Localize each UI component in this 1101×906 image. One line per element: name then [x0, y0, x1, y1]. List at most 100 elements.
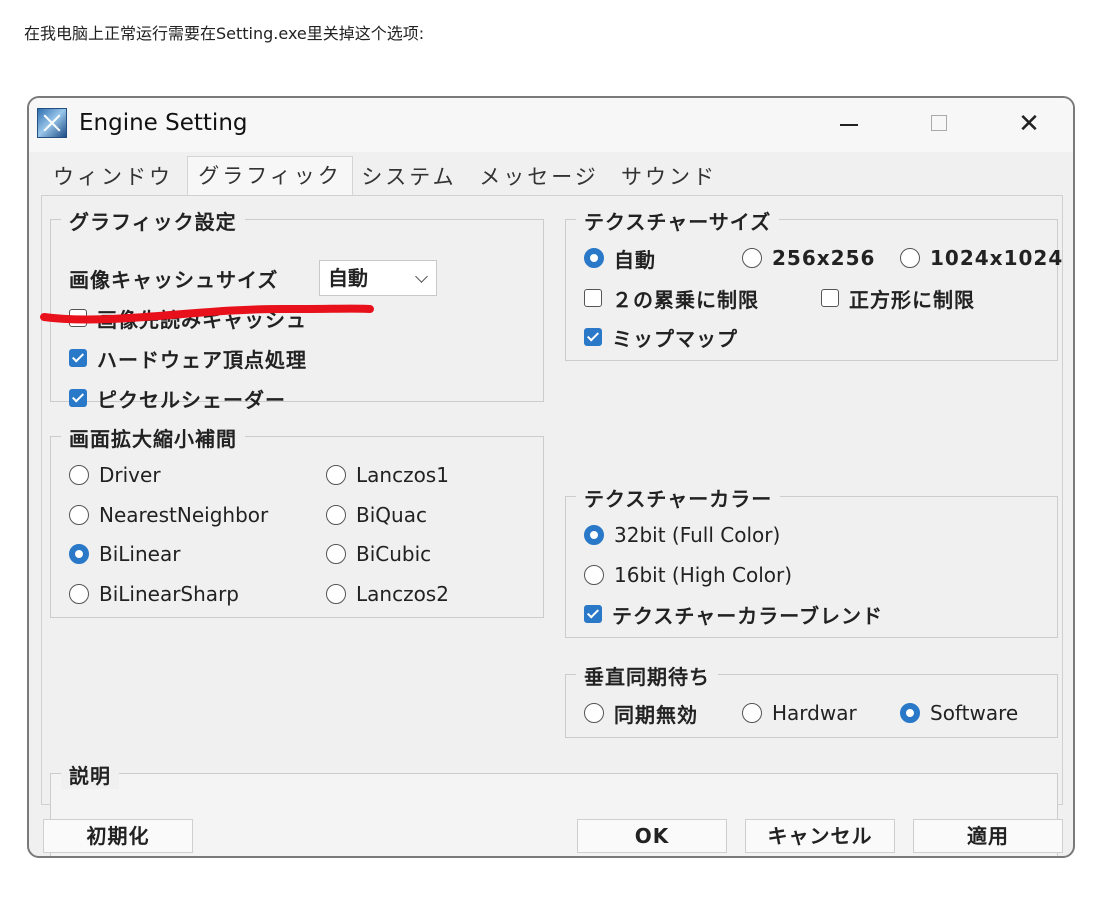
vsync-group: 垂直同期待ち 同期無効 Hardwar Software: [565, 661, 1058, 738]
checkbox-label: ハードウェア頂点処理: [97, 347, 307, 372]
chevron-down-icon: [415, 270, 428, 283]
radio-icon: [326, 505, 346, 525]
cancel-button[interactable]: キャンセル: [745, 819, 895, 853]
radio-label: 16bit (High Color): [614, 563, 793, 587]
radio-bilinear[interactable]: BiLinear: [69, 540, 180, 568]
checkbox-icon: [584, 289, 602, 307]
maximize-icon: [931, 115, 947, 131]
radio-label: BiLinearSharp: [99, 582, 239, 606]
tab-panel-graphics: グラフィック設定 画像キャッシュサイズ 自動 画像先読みキャッシュ ハードウェア…: [41, 195, 1063, 856]
radio-label: Lanczos1: [356, 463, 449, 487]
cache-size-label: 画像キャッシュサイズ: [69, 267, 279, 292]
radio-label: 1024x1024: [930, 246, 1064, 270]
radio-label: Hardwar: [772, 701, 857, 725]
tab-system[interactable]: システム: [357, 160, 461, 194]
checkbox-image-preload-cache[interactable]: 画像先読みキャッシュ: [69, 304, 307, 332]
radio-icon: [326, 544, 346, 564]
radio-label: NearestNeighbor: [99, 503, 269, 527]
checkbox-label: 画像先読みキャッシュ: [97, 307, 307, 332]
radio-lanczos2[interactable]: Lanczos2: [326, 580, 449, 608]
radio-driver[interactable]: Driver: [69, 461, 161, 489]
radio-icon: [742, 248, 762, 268]
tab-sound[interactable]: サウンド: [617, 160, 721, 194]
radio-bilinear-sharp[interactable]: BiLinearSharp: [69, 580, 239, 608]
tab-graphics[interactable]: グラフィック: [187, 156, 353, 196]
apply-button[interactable]: 適用: [913, 819, 1063, 853]
radio-label: 同期無効: [614, 702, 698, 727]
radio-icon: [69, 584, 89, 604]
radio-texture-256[interactable]: 256x256: [742, 244, 875, 272]
graphic-settings-group: グラフィック設定 画像キャッシュサイズ 自動 画像先読みキャッシュ ハードウェア…: [50, 206, 544, 412]
group-title: 画面拡大縮小補間: [61, 423, 245, 452]
window-title: Engine Setting: [79, 110, 248, 136]
texture-color-group: テクスチャーカラー 32bit (Full Color) 16bit (High…: [565, 483, 1058, 638]
cache-size-select[interactable]: 自動: [319, 260, 437, 296]
checkbox-square[interactable]: 正方形に制限: [821, 284, 975, 312]
radio-lanczos1[interactable]: Lanczos1: [326, 461, 449, 489]
radio-32bit[interactable]: 32bit (Full Color): [584, 521, 780, 549]
checkbox-power-of-two[interactable]: ２の累乗に制限: [584, 284, 759, 312]
checkbox-label: ２の累乗に制限: [612, 287, 759, 312]
radio-nearest-neighbor[interactable]: NearestNeighbor: [69, 501, 268, 529]
checkbox-icon: [821, 289, 839, 307]
checkbox-label: 正方形に制限: [849, 287, 975, 312]
checkbox-icon: [69, 309, 87, 327]
radio-biquad[interactable]: BiQuac: [326, 501, 427, 529]
maximize-button[interactable]: [915, 102, 963, 146]
radio-icon: [69, 505, 89, 525]
radio-label: 32bit (Full Color): [614, 523, 781, 547]
radio-icon: [900, 248, 920, 268]
radio-icon: [326, 584, 346, 604]
checkbox-mipmap[interactable]: ミップマップ: [584, 323, 738, 351]
checkbox-checked-icon: [69, 389, 87, 407]
checkbox-label: テクスチャーカラーブレンド: [612, 603, 883, 628]
radio-vsync-hardware[interactable]: Hardwar: [742, 699, 857, 727]
group-title: テクスチャーサイズ: [576, 206, 780, 235]
radio-texture-1024[interactable]: 1024x1024: [900, 244, 1063, 272]
scaling-group: 画面拡大縮小補間 Driver Lanczos1 NearestNeighbor…: [50, 423, 544, 618]
cache-size-value: 自動: [328, 266, 368, 290]
close-icon: ✕: [1018, 109, 1040, 139]
checkbox-hardware-vertex[interactable]: ハードウェア頂点処理: [69, 344, 307, 372]
close-button[interactable]: ✕: [1005, 102, 1053, 146]
radio-label: 256x256: [772, 246, 876, 270]
checkbox-pixel-shader[interactable]: ピクセルシェーダー: [69, 384, 286, 412]
title-bar: Engine Setting ✕: [29, 98, 1073, 152]
texture-size-group: テクスチャーサイズ 自動 256x256 1024x1024 ２の累乗に制限 正…: [565, 206, 1062, 361]
checkbox-color-blend[interactable]: テクスチャーカラーブレンド: [584, 600, 883, 628]
engine-setting-window: Engine Setting ✕ ウィンドウ グラフィック システム メッセージ…: [27, 96, 1075, 858]
checkbox-label: ピクセルシェーダー: [97, 387, 286, 412]
radio-vsync-software[interactable]: Software: [900, 699, 1018, 727]
radio-label: BiQuac: [356, 503, 427, 527]
group-title: 説明: [61, 760, 119, 789]
radio-bicubic[interactable]: BiCubic: [326, 540, 431, 568]
checkbox-checked-icon: [69, 349, 87, 367]
radio-label: Driver: [99, 463, 161, 487]
radio-selected-icon: [584, 525, 604, 545]
radio-selected-icon: [69, 544, 89, 564]
ok-button[interactable]: OK: [577, 819, 727, 853]
radio-icon: [326, 465, 346, 485]
checkbox-checked-icon: [584, 328, 602, 346]
description-group: 説明: [50, 760, 1058, 856]
radio-selected-icon: [900, 703, 920, 723]
radio-label: BiCubic: [356, 542, 432, 566]
radio-label: BiLinear: [99, 542, 181, 566]
engine-app-icon: [37, 108, 67, 138]
radio-16bit[interactable]: 16bit (High Color): [584, 561, 792, 589]
reset-button[interactable]: 初期化: [43, 819, 193, 853]
radio-texture-auto[interactable]: 自動: [584, 244, 656, 272]
radio-icon: [584, 703, 604, 723]
checkbox-label: ミップマップ: [612, 326, 738, 351]
tab-message[interactable]: メッセージ: [475, 160, 603, 194]
radio-label: Lanczos2: [356, 582, 449, 606]
radio-icon: [742, 703, 762, 723]
caption-text: 在我电脑上正常运行需要在Setting.exe里关掉这个选项:: [24, 24, 425, 43]
radio-icon: [69, 465, 89, 485]
radio-vsync-off[interactable]: 同期無効: [584, 699, 698, 727]
radio-label: 自動: [614, 247, 656, 272]
checkbox-checked-icon: [584, 605, 602, 623]
radio-icon: [584, 565, 604, 585]
tab-window[interactable]: ウィンドウ: [47, 160, 179, 194]
minimize-button[interactable]: [825, 102, 873, 146]
